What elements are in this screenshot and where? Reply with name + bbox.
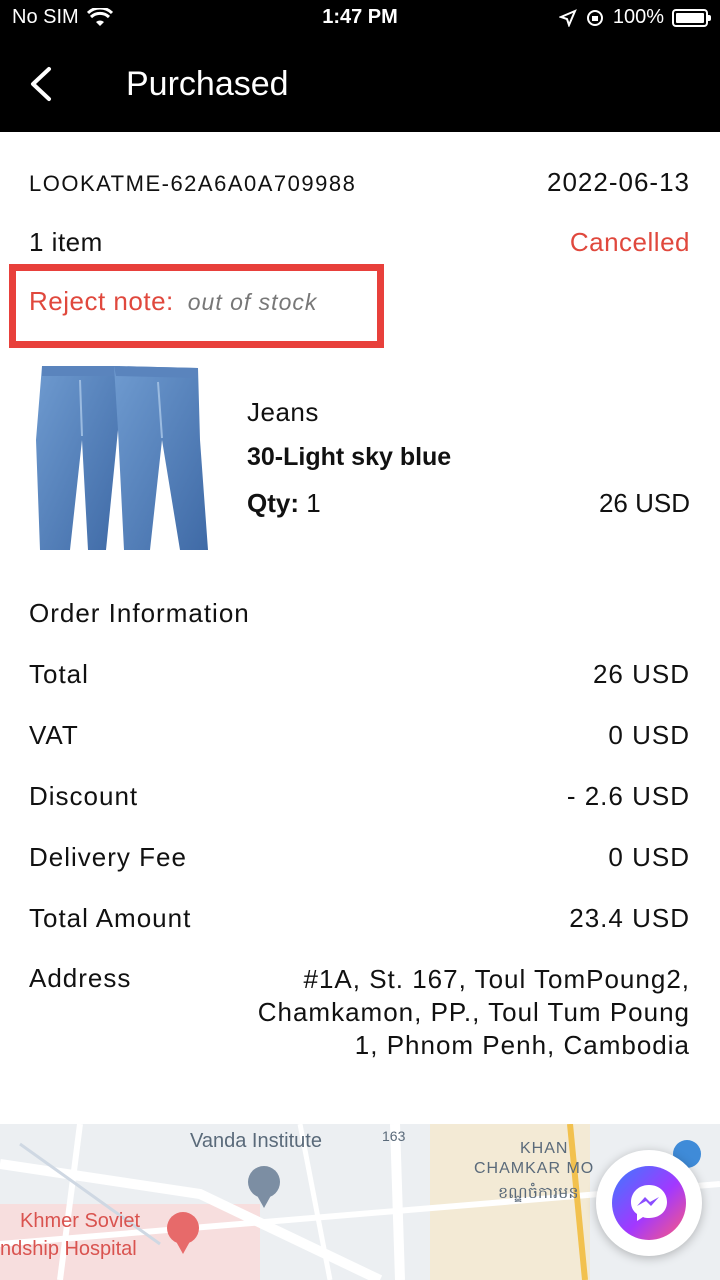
reject-note-label: Reject note: bbox=[29, 286, 174, 316]
info-label: Total bbox=[29, 659, 89, 689]
info-value: 0 USD bbox=[608, 720, 690, 750]
order-date: 2022-06-13 bbox=[547, 167, 690, 197]
map-label-vanda: Vanda Institute bbox=[190, 1130, 322, 1152]
address-value: #1A, St. 167, Toul TomPoung2, Chamkamon,… bbox=[257, 964, 690, 1060]
info-row-vat: VAT 0 USD bbox=[29, 720, 690, 751]
quantity-label: Qty: bbox=[247, 488, 299, 518]
status-bar: No SIM 1:47 PM 100% bbox=[0, 0, 720, 36]
status-right: 100% bbox=[558, 6, 711, 29]
quantity-row: Qty: 1 26 USD bbox=[247, 488, 690, 519]
map-label-khmer-script: ខណ្ឌចំការមន bbox=[498, 1185, 579, 1202]
orientation-lock-icon bbox=[586, 9, 603, 26]
info-label: Discount bbox=[29, 781, 139, 811]
quantity: Qty: 1 bbox=[247, 488, 321, 519]
status-badge: Cancelled bbox=[569, 227, 690, 257]
info-label: VAT bbox=[29, 720, 79, 750]
info-label: Delivery Fee bbox=[29, 842, 187, 872]
reject-note-text: out of stock bbox=[187, 289, 318, 315]
map-label-road: 163 bbox=[382, 1128, 406, 1144]
info-row-total-amount: Total Amount 23.4 USD bbox=[29, 903, 690, 934]
info-value: 23.4 USD bbox=[569, 903, 690, 933]
order-header-row: LOOKATME-62A6A0A709988 2022-06-13 bbox=[29, 167, 690, 198]
address-label: Address bbox=[29, 963, 132, 993]
messenger-icon bbox=[612, 1166, 686, 1240]
order-id: LOOKATME-62A6A0A709988 bbox=[29, 171, 357, 196]
product-variant: 30-Light sky blue bbox=[247, 443, 452, 471]
page-title: Purchased bbox=[126, 65, 289, 103]
product-name: Jeans bbox=[247, 397, 319, 427]
battery-icon bbox=[672, 8, 711, 27]
order-status-row: 1 item Cancelled bbox=[29, 227, 690, 258]
battery-percent: 100% bbox=[612, 6, 664, 28]
location-arrow-icon bbox=[558, 8, 577, 27]
product-image[interactable] bbox=[30, 360, 208, 554]
info-label: Total Amount bbox=[29, 903, 192, 933]
info-row-discount: Discount - 2.6 USD bbox=[29, 781, 690, 812]
chevron-left-icon bbox=[31, 67, 51, 101]
info-value: 26 USD bbox=[592, 659, 690, 689]
jeans-image bbox=[36, 366, 208, 550]
map-label-chamkar: CHAMKAR MO bbox=[474, 1160, 595, 1177]
item-count: 1 item bbox=[29, 227, 103, 257]
reject-note: Reject note: out of stock bbox=[29, 286, 317, 317]
info-value: 0 USD bbox=[608, 842, 690, 872]
info-row-total: Total 26 USD bbox=[29, 659, 690, 690]
address-row: Address #1A, St. 167, Toul TomPoung2, Ch… bbox=[29, 963, 690, 1062]
quantity-value: 1 bbox=[306, 488, 321, 518]
map-label-hospital: ndship Hospital bbox=[0, 1238, 137, 1260]
product-price: 26 USD bbox=[598, 488, 690, 518]
back-button[interactable] bbox=[20, 62, 60, 106]
messenger-button[interactable] bbox=[596, 1150, 702, 1256]
app-header: Purchased bbox=[0, 36, 720, 132]
info-row-delivery-fee: Delivery Fee 0 USD bbox=[29, 842, 690, 873]
map-label-khmer-soviet: Khmer Soviet bbox=[20, 1210, 141, 1232]
info-value: - 2.6 USD bbox=[566, 781, 690, 811]
order-info-title: Order Information bbox=[29, 598, 250, 628]
map-label-khan: KHAN bbox=[520, 1140, 569, 1157]
